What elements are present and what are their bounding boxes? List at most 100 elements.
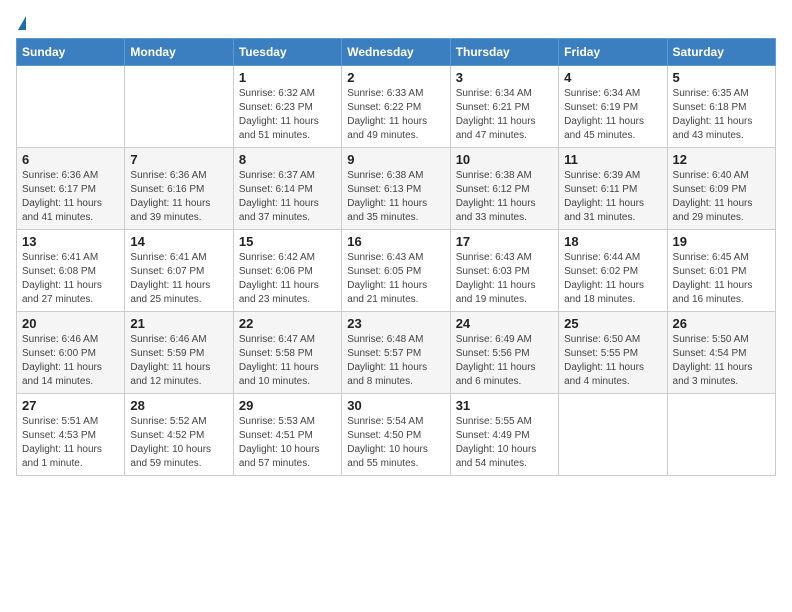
calendar-cell: 12 Sunrise: 6:40 AM Sunset: 6:09 PM Dayli…	[667, 148, 775, 230]
calendar-week-row: 1Sunrise: 6:32 AM Sunset: 6:23 PM Daylig…	[17, 66, 776, 148]
day-info: Sunrise: 5:53 AM Sunset: 4:51 PM Dayligh…	[239, 415, 336, 471]
day-number: 10	[456, 152, 553, 167]
calendar-week-row: 20 Sunrise: 6:46 AM Sunset: 6:00 PM Dayli…	[17, 312, 776, 394]
calendar-cell: 9 Sunrise: 6:38 AM Sunset: 6:13 PM Daylig…	[342, 148, 450, 230]
calendar-header-thursday: Thursday	[450, 39, 558, 66]
day-number: 18	[564, 234, 661, 249]
calendar-cell: 2Sunrise: 6:33 AM Sunset: 6:22 PM Daylig…	[342, 66, 450, 148]
day-number: 13	[22, 234, 119, 249]
calendar-cell: 21 Sunrise: 6:46 AM Sunset: 5:59 PM Dayli…	[125, 312, 233, 394]
calendar-cell: 17 Sunrise: 6:43 AM Sunset: 6:03 PM Dayli…	[450, 230, 558, 312]
day-info: Sunrise: 5:52 AM Sunset: 4:52 PM Dayligh…	[130, 415, 227, 471]
calendar-cell: 3 Sunrise: 6:34 AM Sunset: 6:21 PM Daylig…	[450, 66, 558, 148]
calendar-header-saturday: Saturday	[667, 39, 775, 66]
day-number: 26	[673, 316, 770, 331]
day-info: Sunrise: 6:45 AM Sunset: 6:01 PM Dayligh…	[673, 251, 770, 307]
day-info: Sunrise: 6:34 AM Sunset: 6:21 PM Dayligh…	[456, 87, 553, 143]
day-info: Sunrise: 6:46 AM Sunset: 5:59 PM Dayligh…	[130, 333, 227, 389]
day-info: Sunrise: 5:55 AM Sunset: 4:49 PM Dayligh…	[456, 415, 553, 471]
day-info: Sunrise: 6:39 AM Sunset: 6:11 PM Dayligh…	[564, 169, 661, 225]
calendar-cell: 19 Sunrise: 6:45 AM Sunset: 6:01 PM Dayli…	[667, 230, 775, 312]
day-info: Sunrise: 6:36 AM Sunset: 6:17 PM Dayligh…	[22, 169, 119, 225]
calendar-header-row: SundayMondayTuesdayWednesdayThursdayFrid…	[17, 39, 776, 66]
day-info: Sunrise: 6:35 AM Sunset: 6:18 PM Dayligh…	[673, 87, 770, 143]
day-number: 2	[347, 70, 444, 85]
calendar-header-wednesday: Wednesday	[342, 39, 450, 66]
calendar-header-tuesday: Tuesday	[233, 39, 341, 66]
calendar-cell: 4 Sunrise: 6:34 AM Sunset: 6:19 PM Daylig…	[559, 66, 667, 148]
day-info: Sunrise: 6:49 AM Sunset: 5:56 PM Dayligh…	[456, 333, 553, 389]
day-info: Sunrise: 6:40 AM Sunset: 6:09 PM Dayligh…	[673, 169, 770, 225]
calendar-cell: 11 Sunrise: 6:39 AM Sunset: 6:11 PM Dayli…	[559, 148, 667, 230]
calendar-cell: 1Sunrise: 6:32 AM Sunset: 6:23 PM Daylig…	[233, 66, 341, 148]
calendar-cell: 10 Sunrise: 6:38 AM Sunset: 6:12 PM Dayli…	[450, 148, 558, 230]
day-number: 6	[22, 152, 119, 167]
day-info: Sunrise: 5:51 AM Sunset: 4:53 PM Dayligh…	[22, 415, 119, 471]
day-number: 27	[22, 398, 119, 413]
day-info: Sunrise: 5:54 AM Sunset: 4:50 PM Dayligh…	[347, 415, 444, 471]
day-number: 3	[456, 70, 553, 85]
calendar-cell	[125, 66, 233, 148]
calendar-cell: 8 Sunrise: 6:37 AM Sunset: 6:14 PM Daylig…	[233, 148, 341, 230]
day-number: 29	[239, 398, 336, 413]
calendar-cell: 16 Sunrise: 6:43 AM Sunset: 6:05 PM Dayli…	[342, 230, 450, 312]
calendar-cell: 7 Sunrise: 6:36 AM Sunset: 6:16 PM Daylig…	[125, 148, 233, 230]
day-number: 28	[130, 398, 227, 413]
calendar-week-row: 27 Sunrise: 5:51 AM Sunset: 4:53 PM Dayli…	[17, 394, 776, 476]
calendar-cell	[559, 394, 667, 476]
page-header	[16, 16, 776, 30]
calendar-cell: 30 Sunrise: 5:54 AM Sunset: 4:50 PM Dayli…	[342, 394, 450, 476]
day-info: Sunrise: 6:41 AM Sunset: 6:08 PM Dayligh…	[22, 251, 119, 307]
day-number: 8	[239, 152, 336, 167]
calendar-cell: 15Sunrise: 6:42 AM Sunset: 6:06 PM Dayli…	[233, 230, 341, 312]
day-number: 14	[130, 234, 227, 249]
day-info: Sunrise: 6:46 AM Sunset: 6:00 PM Dayligh…	[22, 333, 119, 389]
day-info: Sunrise: 6:34 AM Sunset: 6:19 PM Dayligh…	[564, 87, 661, 143]
day-number: 4	[564, 70, 661, 85]
calendar-header-sunday: Sunday	[17, 39, 125, 66]
day-number: 30	[347, 398, 444, 413]
day-info: Sunrise: 6:44 AM Sunset: 6:02 PM Dayligh…	[564, 251, 661, 307]
calendar-cell: 18 Sunrise: 6:44 AM Sunset: 6:02 PM Dayli…	[559, 230, 667, 312]
day-number: 25	[564, 316, 661, 331]
day-info: Sunrise: 6:38 AM Sunset: 6:12 PM Dayligh…	[456, 169, 553, 225]
calendar-week-row: 6 Sunrise: 6:36 AM Sunset: 6:17 PM Daylig…	[17, 148, 776, 230]
day-info: Sunrise: 6:43 AM Sunset: 6:05 PM Dayligh…	[347, 251, 444, 307]
day-number: 19	[673, 234, 770, 249]
day-number: 7	[130, 152, 227, 167]
day-info: Sunrise: 6:38 AM Sunset: 6:13 PM Dayligh…	[347, 169, 444, 225]
logo-triangle-icon	[18, 16, 26, 30]
day-number: 21	[130, 316, 227, 331]
calendar-week-row: 13 Sunrise: 6:41 AM Sunset: 6:08 PM Dayli…	[17, 230, 776, 312]
day-info: Sunrise: 6:37 AM Sunset: 6:14 PM Dayligh…	[239, 169, 336, 225]
day-number: 9	[347, 152, 444, 167]
day-number: 16	[347, 234, 444, 249]
day-number: 5	[673, 70, 770, 85]
day-number: 12	[673, 152, 770, 167]
day-number: 11	[564, 152, 661, 167]
calendar-cell: 23Sunrise: 6:48 AM Sunset: 5:57 PM Dayli…	[342, 312, 450, 394]
day-number: 1	[239, 70, 336, 85]
calendar-cell: 6 Sunrise: 6:36 AM Sunset: 6:17 PM Daylig…	[17, 148, 125, 230]
calendar-cell: 26Sunrise: 5:50 AM Sunset: 4:54 PM Dayli…	[667, 312, 775, 394]
calendar-cell	[17, 66, 125, 148]
day-info: Sunrise: 6:36 AM Sunset: 6:16 PM Dayligh…	[130, 169, 227, 225]
calendar-table: SundayMondayTuesdayWednesdayThursdayFrid…	[16, 38, 776, 476]
day-info: Sunrise: 6:43 AM Sunset: 6:03 PM Dayligh…	[456, 251, 553, 307]
calendar-cell: 28 Sunrise: 5:52 AM Sunset: 4:52 PM Dayli…	[125, 394, 233, 476]
calendar-cell: 25Sunrise: 6:50 AM Sunset: 5:55 PM Dayli…	[559, 312, 667, 394]
day-info: Sunrise: 6:47 AM Sunset: 5:58 PM Dayligh…	[239, 333, 336, 389]
day-number: 15	[239, 234, 336, 249]
calendar-cell: 14 Sunrise: 6:41 AM Sunset: 6:07 PM Dayli…	[125, 230, 233, 312]
day-number: 23	[347, 316, 444, 331]
day-number: 20	[22, 316, 119, 331]
calendar-header-monday: Monday	[125, 39, 233, 66]
calendar-cell: 29 Sunrise: 5:53 AM Sunset: 4:51 PM Dayli…	[233, 394, 341, 476]
calendar-cell: 24 Sunrise: 6:49 AM Sunset: 5:56 PM Dayli…	[450, 312, 558, 394]
calendar-cell: 27 Sunrise: 5:51 AM Sunset: 4:53 PM Dayli…	[17, 394, 125, 476]
day-number: 17	[456, 234, 553, 249]
calendar-cell: 20 Sunrise: 6:46 AM Sunset: 6:00 PM Dayli…	[17, 312, 125, 394]
calendar-cell: 31Sunrise: 5:55 AM Sunset: 4:49 PM Dayli…	[450, 394, 558, 476]
day-number: 24	[456, 316, 553, 331]
day-info: Sunrise: 6:41 AM Sunset: 6:07 PM Dayligh…	[130, 251, 227, 307]
